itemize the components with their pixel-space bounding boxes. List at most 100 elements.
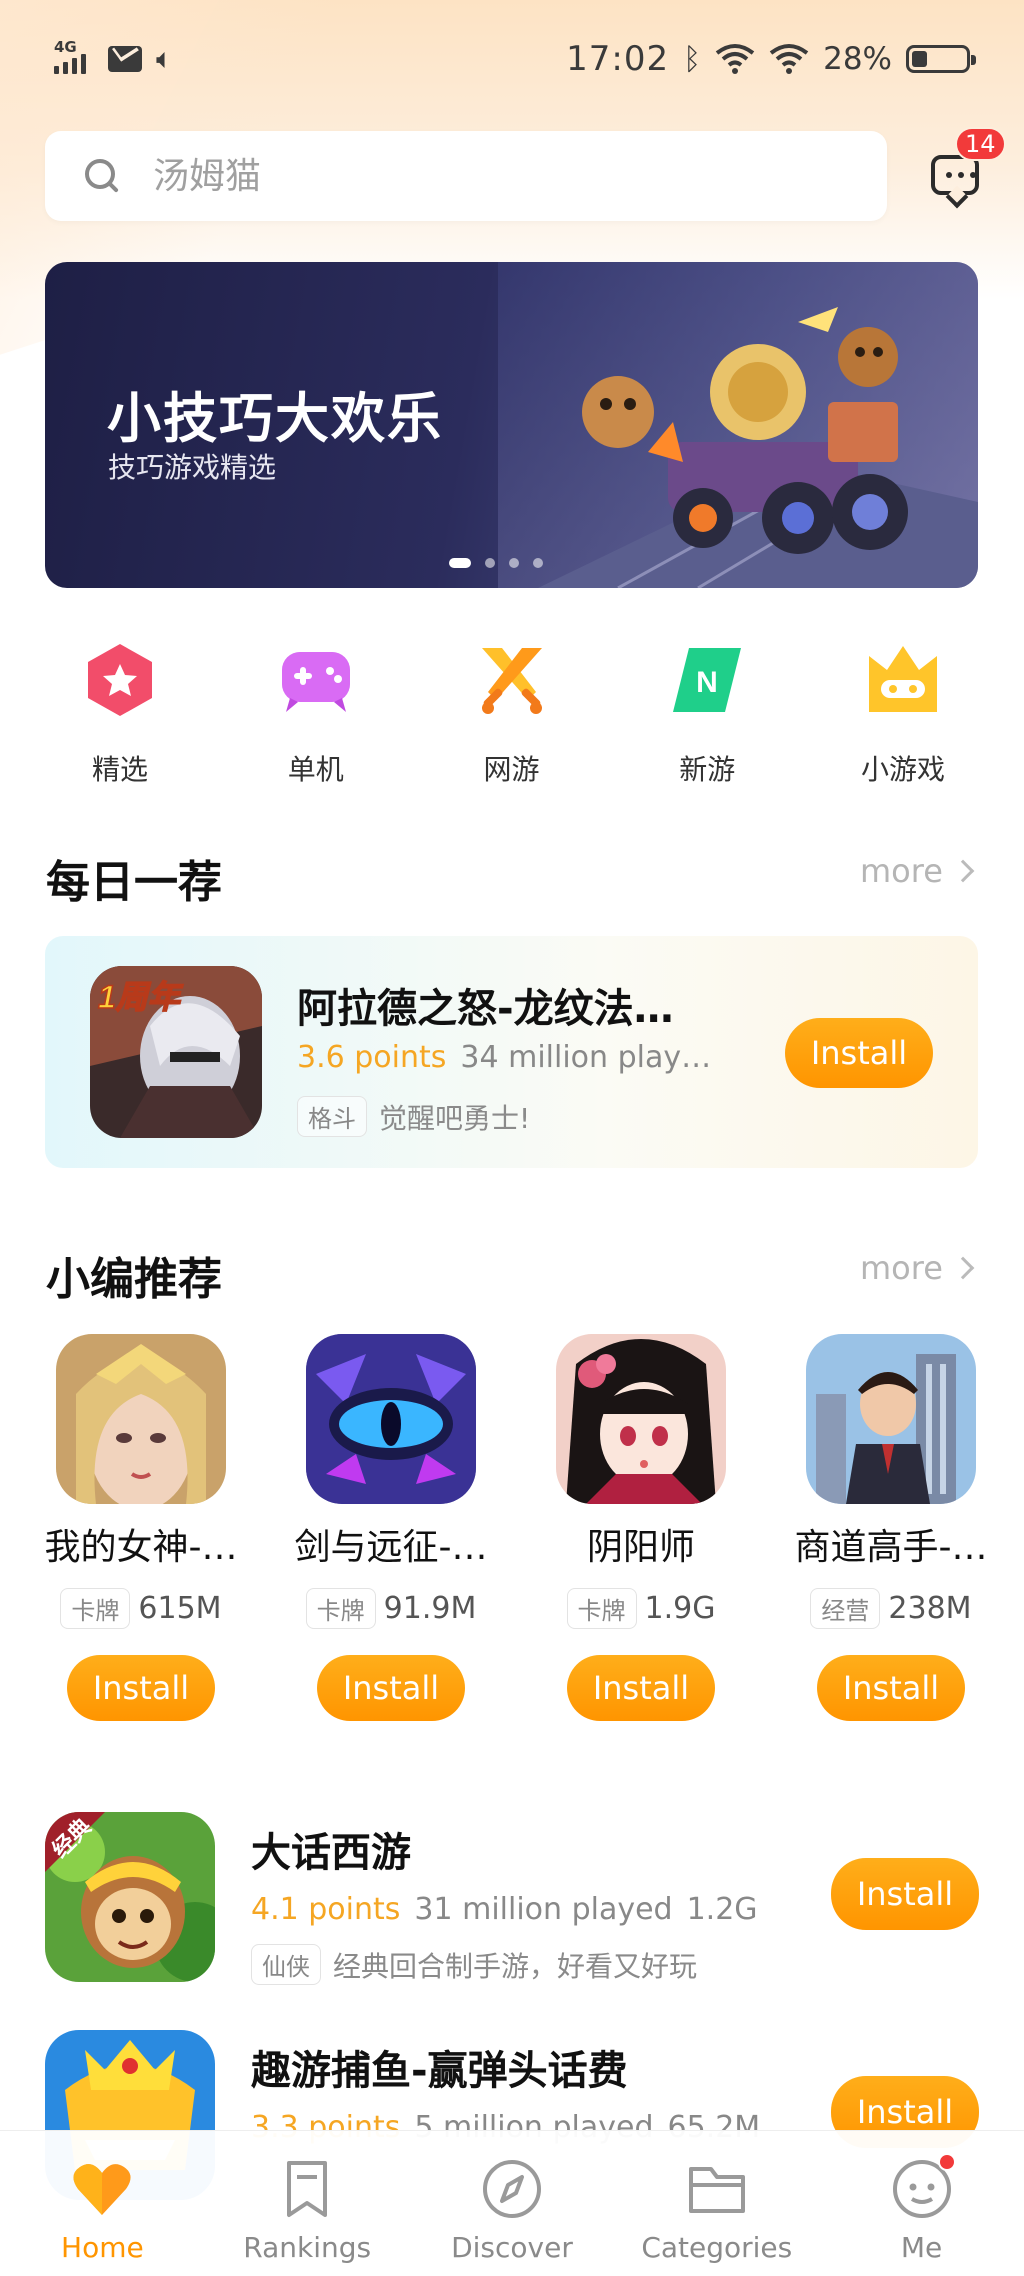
messages-badge: 14 bbox=[955, 127, 1006, 161]
message-icon bbox=[931, 155, 979, 195]
nav-categories[interactable]: Categories bbox=[627, 2157, 807, 2264]
install-button[interactable]: Install bbox=[67, 1655, 215, 1721]
app-rating: 4.1 points bbox=[251, 1892, 401, 1927]
app-icon bbox=[56, 1334, 226, 1504]
banner-illustration bbox=[498, 262, 978, 588]
app-name: 我的女神-… bbox=[44, 1527, 238, 1568]
app-size: 615M bbox=[138, 1591, 222, 1626]
pick-item[interactable]: 我的女神-… 卡牌 615M Install bbox=[26, 1334, 256, 1721]
app-rating: 3.6 points bbox=[297, 1040, 447, 1075]
daily-recommend-card[interactable]: 1周年 阿拉德之怒-龙纹法… 3.6 points 34 million play… bbox=[45, 936, 978, 1168]
nav-rankings[interactable]: Rankings bbox=[217, 2157, 397, 2264]
chevron-right-icon bbox=[951, 859, 975, 883]
search-icon bbox=[83, 157, 121, 195]
category-featured[interactable]: 精选 bbox=[45, 640, 195, 788]
list-item[interactable]: 经典 大话西游 4.1 points 31 million played 1.2G … bbox=[45, 1812, 979, 1992]
search-input[interactable] bbox=[153, 155, 833, 197]
category-single-player[interactable]: 单机 bbox=[241, 640, 391, 788]
category-online[interactable]: 网游 bbox=[437, 640, 587, 788]
bottom-nav: Home Rankings Discover Categories Me bbox=[0, 2130, 1024, 2276]
pick-item[interactable]: 阴阳师 卡牌 1.9G Install bbox=[526, 1334, 756, 1721]
app-meta: 卡牌 1.9G bbox=[566, 1588, 715, 1629]
app-meta: 4.1 points 31 million played 1.2G bbox=[251, 1892, 758, 1927]
category-label: 单机 bbox=[287, 753, 344, 786]
app-played-count: 34 million play… bbox=[460, 1040, 712, 1075]
new-badge-icon: N bbox=[673, 648, 742, 712]
editor-picks-row: 我的女神-… 卡牌 615M Install 剑与远征-… 卡牌 91.9M I… bbox=[26, 1334, 1006, 1721]
install-button[interactable]: Install bbox=[785, 1018, 933, 1088]
pick-item[interactable]: 商道高手-… 经营 238M Install bbox=[776, 1334, 1006, 1721]
wifi-icon bbox=[769, 44, 809, 74]
category-mini-games[interactable]: 小游戏 bbox=[828, 640, 978, 788]
wifi-hotspot-icon bbox=[715, 44, 755, 74]
app-name: 大话西游 bbox=[251, 1830, 411, 1876]
genre-tag: 卡牌 bbox=[60, 1588, 131, 1629]
pick-item[interactable]: 剑与远征-… 卡牌 91.9M Install bbox=[276, 1334, 506, 1721]
clock: 17:02 bbox=[566, 39, 670, 79]
app-tagline: 觉醒吧勇士! bbox=[379, 1101, 531, 1135]
app-meta: 经营 238M bbox=[810, 1588, 972, 1629]
promo-banner[interactable]: 小技巧大欢乐 技巧游戏精选 bbox=[45, 262, 978, 588]
carousel-dot bbox=[509, 558, 519, 568]
category-nav: 精选 单机 网游 N 新游 小游戏 bbox=[45, 640, 978, 788]
daily-more-link[interactable]: more bbox=[860, 852, 975, 890]
face-icon bbox=[890, 2153, 956, 2221]
genre-tag: 格斗 bbox=[297, 1096, 367, 1137]
app-size: 1.2G bbox=[686, 1892, 758, 1927]
more-label: more bbox=[860, 1249, 943, 1287]
battery-icon bbox=[906, 45, 976, 73]
app-meta: 卡牌 91.9M bbox=[305, 1588, 476, 1629]
section-title-picks: 小编推荐 bbox=[46, 1254, 222, 1305]
category-label: 小游戏 bbox=[860, 753, 945, 786]
messages-button[interactable]: 14 bbox=[925, 127, 1006, 203]
carousel-dot bbox=[485, 558, 495, 568]
bluetooth-icon: ᛒ bbox=[683, 41, 702, 77]
install-button[interactable]: Install bbox=[817, 1655, 965, 1721]
picks-more-link[interactable]: more bbox=[860, 1249, 975, 1287]
app-name: 阴阳师 bbox=[586, 1527, 695, 1568]
gamepad-icon bbox=[281, 652, 350, 712]
genre-tag: 卡牌 bbox=[305, 1588, 376, 1629]
carousel-dot bbox=[449, 558, 471, 568]
category-label: 新游 bbox=[679, 753, 736, 786]
svg-text:N: N bbox=[696, 666, 718, 699]
category-new[interactable]: N 新游 bbox=[632, 640, 782, 788]
category-label: 精选 bbox=[91, 753, 148, 786]
app-icon bbox=[556, 1334, 726, 1504]
network-type: 4G bbox=[54, 38, 77, 56]
app-icon bbox=[806, 1334, 976, 1504]
nav-me[interactable]: Me bbox=[832, 2153, 1012, 2264]
category-label: 网游 bbox=[483, 753, 540, 786]
crossed-swords-icon bbox=[481, 648, 542, 714]
app-name: 阿拉德之怒-龙纹法… bbox=[297, 986, 674, 1032]
app-tag-row: 仙侠 经典回合制手游，好看又好玩 bbox=[251, 1944, 697, 1985]
compass-icon bbox=[482, 2160, 541, 2218]
app-name: 趣游捕鱼-赢弹头话费 bbox=[251, 2048, 628, 2094]
star-hexagon-icon bbox=[88, 644, 152, 716]
install-button[interactable]: Install bbox=[567, 1655, 715, 1721]
install-button[interactable]: Install bbox=[317, 1655, 465, 1721]
crown-icon bbox=[869, 646, 937, 712]
banner-subtitle: 技巧游戏精选 bbox=[108, 451, 277, 484]
mail-icon bbox=[108, 46, 142, 72]
search-bar[interactable] bbox=[45, 131, 887, 221]
bookmark-icon bbox=[287, 2161, 328, 2217]
nav-label: Home bbox=[61, 2231, 144, 2264]
nav-label: Categories bbox=[641, 2231, 793, 2264]
nav-label: Me bbox=[900, 2231, 943, 2264]
app-icon bbox=[306, 1334, 476, 1504]
nav-discover[interactable]: Discover bbox=[422, 2157, 602, 2264]
notification-dot bbox=[937, 2153, 956, 2171]
nav-home[interactable]: Home bbox=[12, 2157, 192, 2264]
install-button[interactable]: Install bbox=[831, 1858, 979, 1930]
app-meta: 3.6 points 34 million play… bbox=[297, 1040, 711, 1075]
app-icon: 1周年 bbox=[90, 966, 262, 1138]
folder-icon bbox=[688, 2167, 745, 2213]
genre-tag: 卡牌 bbox=[566, 1588, 637, 1629]
app-played-count: 31 million played bbox=[414, 1892, 673, 1927]
carousel-indicator bbox=[449, 558, 543, 568]
banner-title: 小技巧大欢乐 bbox=[107, 387, 443, 450]
app-size: 238M bbox=[888, 1591, 972, 1626]
heart-icon bbox=[73, 2164, 131, 2215]
app-name: 剑与远征-… bbox=[294, 1527, 488, 1568]
